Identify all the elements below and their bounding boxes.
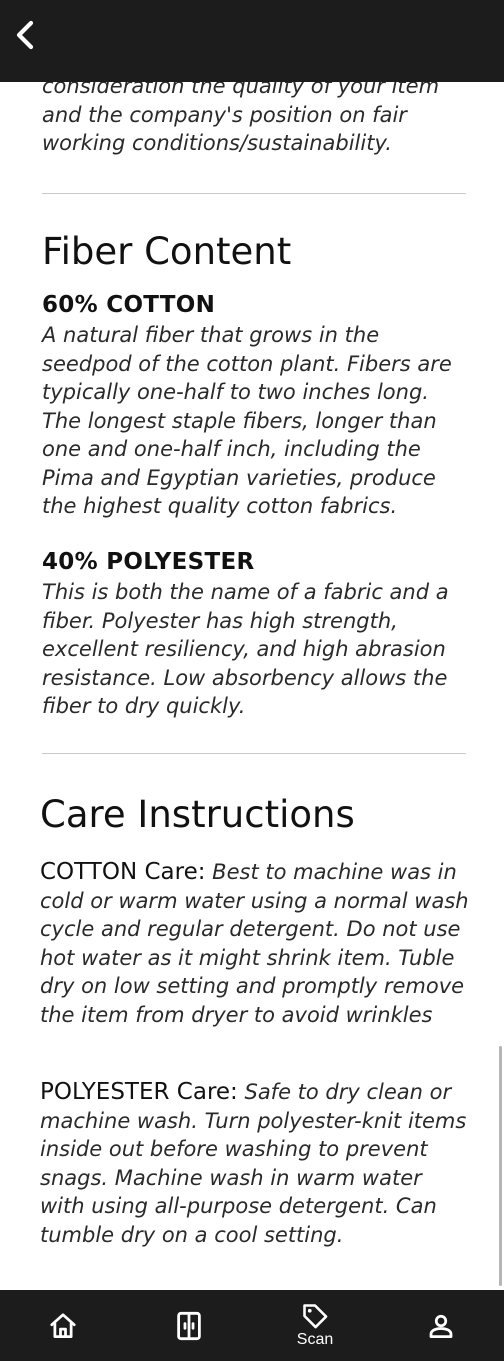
top-app-bar	[0, 0, 504, 82]
care-instruction-polyester: POLYESTER Care: Safe to dry clean or mac…	[40, 1078, 472, 1249]
nav-profile[interactable]	[378, 1290, 504, 1361]
fiber-name: 40% POLYESTER	[42, 549, 255, 575]
care-instruction-cotton: COTTON Care: Best to machine was in cold…	[40, 858, 472, 1029]
intro-text: consideration the quality of your item a…	[42, 74, 440, 155]
fiber-content-title: Fiber Content	[42, 230, 292, 273]
section-divider	[42, 193, 466, 194]
back-button[interactable]	[6, 16, 44, 54]
care-label: COTTON Care:	[40, 859, 206, 885]
care-instructions-title: Care Instructions	[40, 793, 355, 836]
nav-scan-label: Scan	[296, 1331, 334, 1348]
fiber-name: 60% COTTON	[42, 292, 216, 318]
scrollbar[interactable]	[499, 1046, 502, 1286]
care-label: POLYESTER Care:	[40, 1079, 238, 1105]
bottom-navigation: Scan	[0, 1290, 504, 1361]
nav-scan[interactable]: Scan	[252, 1290, 378, 1361]
product-details-screen: consideration the quality of your item a…	[0, 0, 504, 1361]
chevron-left-icon	[16, 20, 34, 50]
closet-icon	[177, 1311, 201, 1340]
section-divider	[42, 753, 466, 754]
home-icon	[50, 1312, 76, 1338]
person-icon	[429, 1314, 453, 1338]
fiber-description: This is both the name of a fabric and a …	[42, 580, 449, 718]
nav-home[interactable]	[0, 1290, 126, 1361]
tag-icon	[303, 1304, 328, 1329]
fiber-description: A natural fiber that grows in the seedpo…	[42, 323, 452, 518]
nav-closet[interactable]	[126, 1290, 252, 1361]
